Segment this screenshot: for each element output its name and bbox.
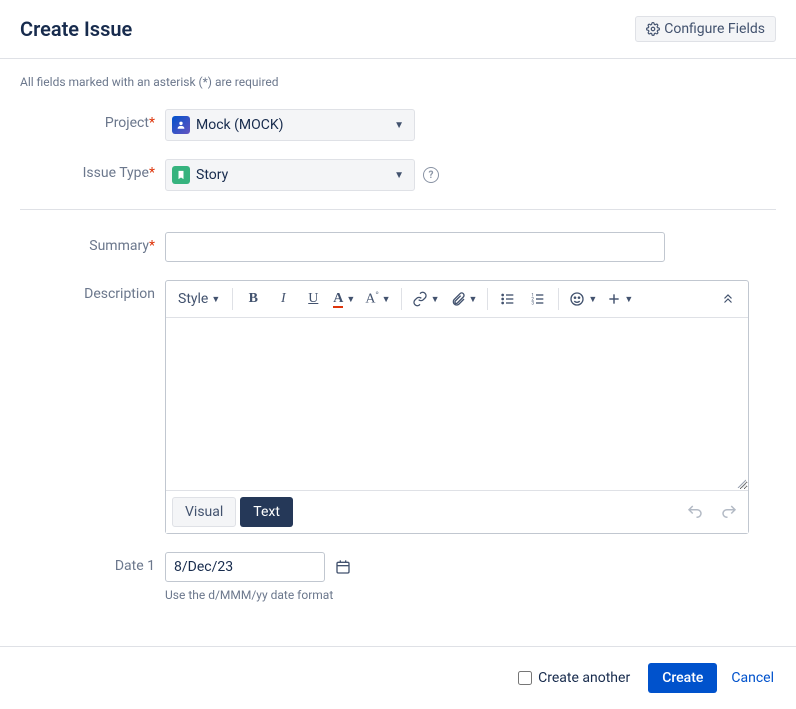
chevron-down-icon: ▼ [346,294,355,305]
dialog-footer: Create another Create Cancel [0,646,796,709]
rte-textcolor-dropdown[interactable]: A ▼ [329,285,359,313]
chevron-down-icon: ▼ [211,294,220,305]
project-select[interactable]: Mock (MOCK) ▼ [165,109,415,141]
undo-icon [686,503,704,521]
field-date1: Date 1 Use the d/MMM/yy date format [20,552,776,602]
link-icon [412,291,428,307]
field-description: Description Style▼ B I U [20,280,776,534]
label-summary: Summary* [20,232,165,254]
required-star: * [149,115,155,131]
date1-hint: Use the d/MMM/yy date format [165,588,776,602]
rte-numbered-list-button[interactable]: 123 [524,285,552,313]
required-star: * [149,238,155,254]
label-description: Description [20,280,165,302]
chevron-down-icon: ▼ [469,294,478,305]
rte-bold-button[interactable]: B [239,285,267,313]
rte-underline-button[interactable]: U [299,285,327,313]
summary-input[interactable] [165,232,665,262]
issue-type-select[interactable]: Story ▼ [165,159,415,191]
undo-button[interactable] [682,501,708,523]
create-button[interactable]: Create [648,663,717,693]
chevron-down-icon: ▼ [390,120,408,131]
date1-input[interactable] [165,552,325,582]
dialog-title: Create Issue [20,17,132,41]
dialog-header: Create Issue Configure Fields [0,0,796,59]
description-textarea[interactable] [166,318,748,490]
rte-footer: Visual Text [166,490,748,533]
rte-emoji-dropdown[interactable]: ▼ [565,285,601,313]
gear-icon [646,22,660,36]
label-project: Project* [20,109,165,131]
rte-insert-dropdown[interactable]: ▼ [603,285,637,313]
plus-icon [607,292,621,306]
rte-more-format-dropdown[interactable]: A° ▼ [361,285,394,313]
bullet-list-icon [500,291,516,307]
date-picker-button[interactable] [331,552,355,582]
chevron-down-icon: ▼ [431,294,440,305]
dialog-body: All fields marked with an asterisk (*) a… [0,59,796,646]
rte-italic-button[interactable]: I [269,285,297,313]
cancel-button[interactable]: Cancel [729,666,776,690]
field-summary: Summary* [20,232,776,262]
chevron-double-up-icon [721,292,735,306]
required-note: All fields marked with an asterisk (*) a… [20,75,776,89]
emoji-icon [569,291,585,307]
label-date1: Date 1 [20,552,165,574]
create-another-label[interactable]: Create another [518,670,630,686]
chevron-down-icon: ▼ [588,294,597,305]
rte-link-dropdown[interactable]: ▼ [408,285,444,313]
rte-toolbar: Style▼ B I U A ▼ [166,281,748,318]
help-icon[interactable]: ? [423,167,439,183]
project-avatar-icon [172,116,190,134]
configure-fields-button[interactable]: Configure Fields [635,16,776,42]
rte-attachment-dropdown[interactable]: ▼ [446,285,482,313]
resize-handle-icon[interactable] [736,478,746,488]
configure-fields-label: Configure Fields [664,21,765,37]
visual-mode-tab[interactable]: Visual [172,497,236,527]
rte-collapse-button[interactable] [714,285,742,313]
chevron-down-icon: ▼ [624,294,633,305]
rte-bullet-list-button[interactable] [494,285,522,313]
chevron-down-icon: ▼ [382,294,391,305]
issue-type-select-value: Story [196,167,390,183]
redo-icon [720,503,738,521]
field-issue-type: Issue Type* Story ▼ ? [20,159,776,191]
field-project: Project* Mock (MOCK) ▼ [20,109,776,141]
calendar-icon [335,559,351,575]
section-divider [20,209,776,210]
redo-button[interactable] [716,501,742,523]
attachment-icon [450,291,466,307]
label-issue-type: Issue Type* [20,159,165,181]
numbered-list-icon: 123 [530,291,546,307]
svg-text:3: 3 [532,300,535,306]
chevron-down-icon: ▼ [390,170,408,181]
rte-style-dropdown[interactable]: Style▼ [172,285,226,313]
create-issue-dialog: Create Issue Configure Fields All fields… [0,0,796,709]
text-mode-tab[interactable]: Text [240,497,293,527]
required-star: * [149,165,155,181]
rich-text-editor: Style▼ B I U A ▼ [165,280,749,534]
project-select-value: Mock (MOCK) [196,117,390,133]
story-icon [172,166,190,184]
create-another-checkbox[interactable] [518,671,532,685]
